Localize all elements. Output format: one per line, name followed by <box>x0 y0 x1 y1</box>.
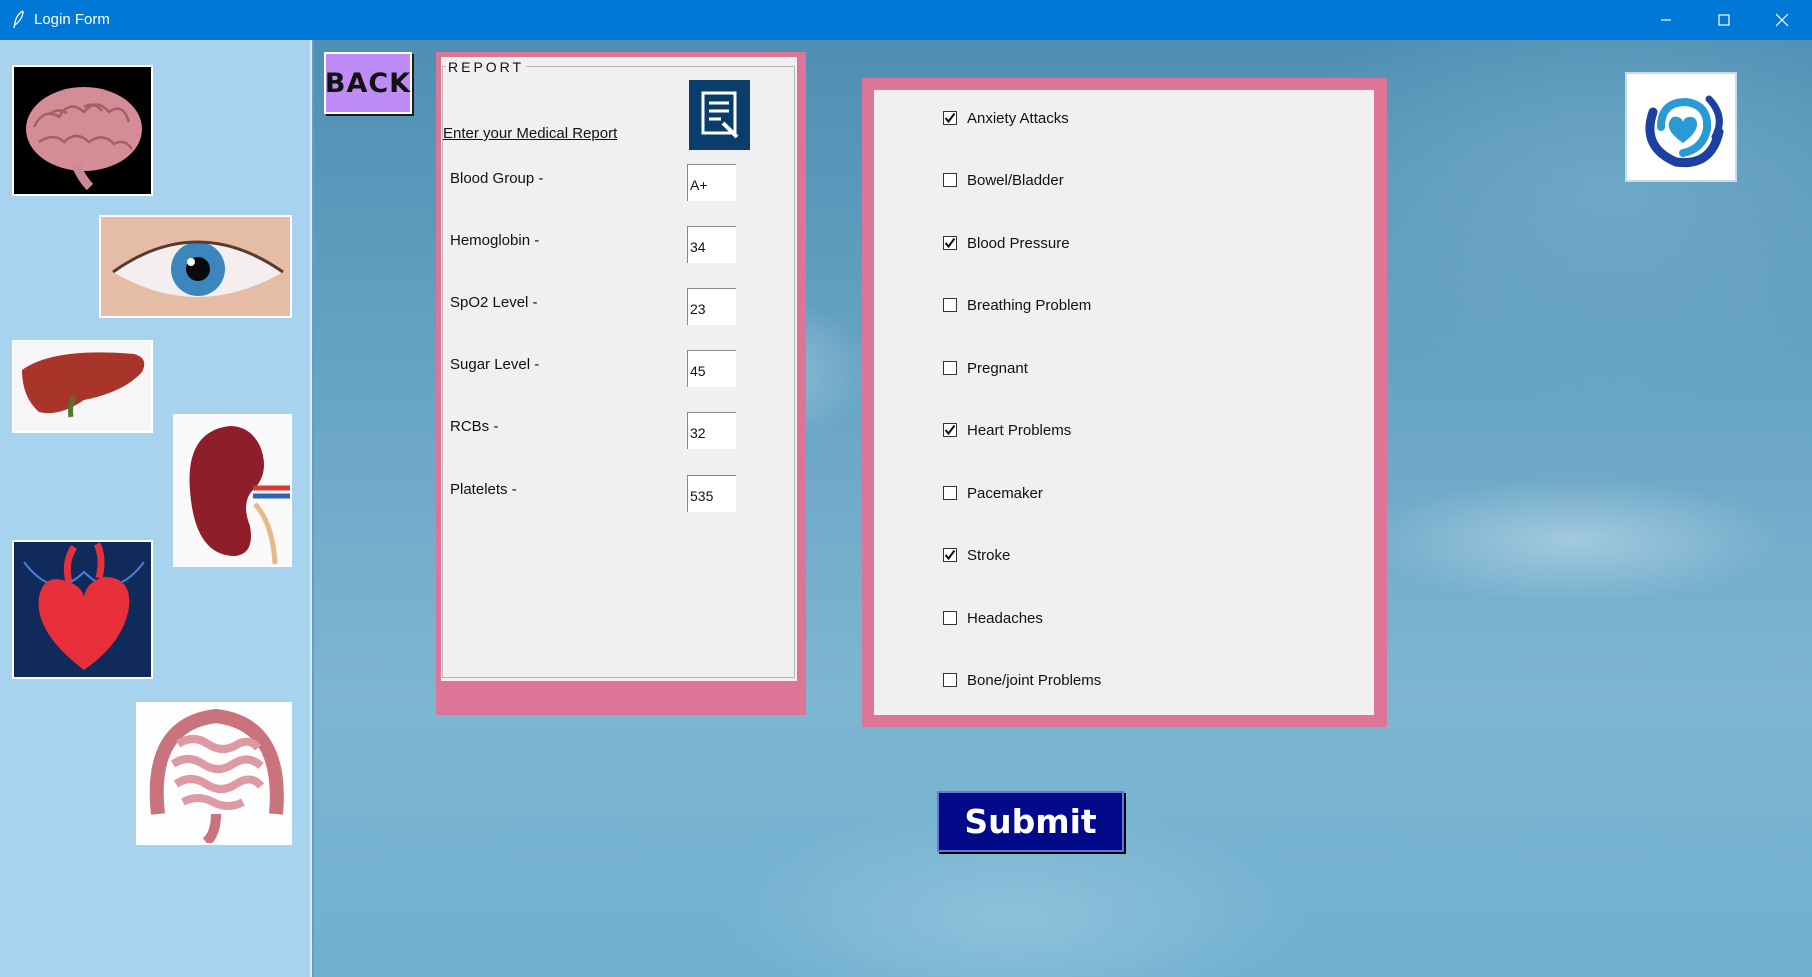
hemoglobin-input[interactable] <box>687 226 736 263</box>
condition-checkbox[interactable] <box>943 486 957 500</box>
hemoglobin-label: Hemoglobin - <box>450 232 540 249</box>
spo2-level-label: SpO2 Level - <box>450 294 538 311</box>
condition-label: Pregnant <box>967 359 1028 377</box>
platelets-input[interactable] <box>687 475 736 512</box>
condition-checkbox[interactable] <box>943 361 957 375</box>
minimize-icon <box>1661 19 1671 21</box>
condition-label: Breathing Problem <box>967 296 1092 314</box>
condition-checkbox[interactable] <box>943 673 957 687</box>
condition-checkbox[interactable] <box>943 236 957 250</box>
condition-blood-pressure[interactable]: Blood Pressure <box>943 234 1070 252</box>
condition-checkbox[interactable] <box>943 423 957 437</box>
liver-image <box>12 340 153 433</box>
condition-breathing-problem[interactable]: Breathing Problem <box>943 296 1091 314</box>
condition-checkbox[interactable] <box>943 611 957 625</box>
condition-label: Headaches <box>967 609 1043 627</box>
condition-label: Blood Pressure <box>967 234 1070 252</box>
condition-stroke[interactable]: Stroke <box>943 546 1010 564</box>
rcbs-input[interactable] <box>687 412 736 449</box>
platelets-label: Platelets - <box>450 481 517 498</box>
condition-pregnant[interactable]: Pregnant <box>943 359 1028 377</box>
blood-group-input[interactable] <box>687 164 736 201</box>
spo2-level-input[interactable] <box>687 288 736 325</box>
heart-image <box>12 540 153 679</box>
condition-label: Anxiety Attacks <box>967 109 1069 127</box>
condition-heart-problems[interactable]: Heart Problems <box>943 421 1071 439</box>
report-heading: Enter your Medical Report <box>443 125 618 142</box>
back-button[interactable]: BACK <box>324 52 412 114</box>
window-title: Login Form <box>34 11 110 28</box>
kidney-image <box>173 414 292 567</box>
condition-label: Heart Problems <box>967 421 1072 439</box>
condition-headaches[interactable]: Headaches <box>943 609 1043 627</box>
close-button[interactable] <box>1753 0 1811 40</box>
brain-image <box>12 65 153 196</box>
condition-checkbox[interactable] <box>943 548 957 562</box>
title-bar: Login Form <box>0 0 1812 40</box>
sugar-level-input[interactable] <box>687 350 736 387</box>
maximize-button[interactable] <box>1695 0 1753 40</box>
report-document-icon <box>689 80 750 150</box>
condition-pacemaker[interactable]: Pacemaker <box>943 484 1043 502</box>
sugar-level-label: Sugar Level - <box>450 356 540 373</box>
condition-bone-joint-problems[interactable]: Bone/joint Problems <box>943 671 1101 689</box>
condition-checkbox[interactable] <box>943 111 957 125</box>
feather-icon <box>13 10 24 29</box>
condition-label: Stroke <box>967 546 1011 564</box>
condition-anxiety-attacks[interactable]: Anxiety Attacks <box>943 109 1069 127</box>
intestines-image <box>136 702 292 845</box>
eye-image <box>99 215 292 318</box>
minimize-button[interactable] <box>1637 0 1695 40</box>
condition-label: Pacemaker <box>967 484 1043 502</box>
condition-checkbox[interactable] <box>943 173 957 187</box>
maximize-icon <box>1718 14 1730 26</box>
condition-checkbox[interactable] <box>943 298 957 312</box>
close-icon <box>1775 13 1789 27</box>
condition-label: Bone/joint Problems <box>967 671 1102 689</box>
rcbs-label: RCBs - <box>450 418 499 435</box>
condition-label: Bowel/Bladder <box>967 171 1064 189</box>
heart-in-hands-logo <box>1625 72 1737 182</box>
blood-group-label: Blood Group - <box>450 170 544 187</box>
condition-bowel-bladder[interactable]: Bowel/Bladder <box>943 171 1064 189</box>
submit-button[interactable]: Submit <box>937 791 1124 852</box>
report-legend: REPORT <box>446 59 527 75</box>
